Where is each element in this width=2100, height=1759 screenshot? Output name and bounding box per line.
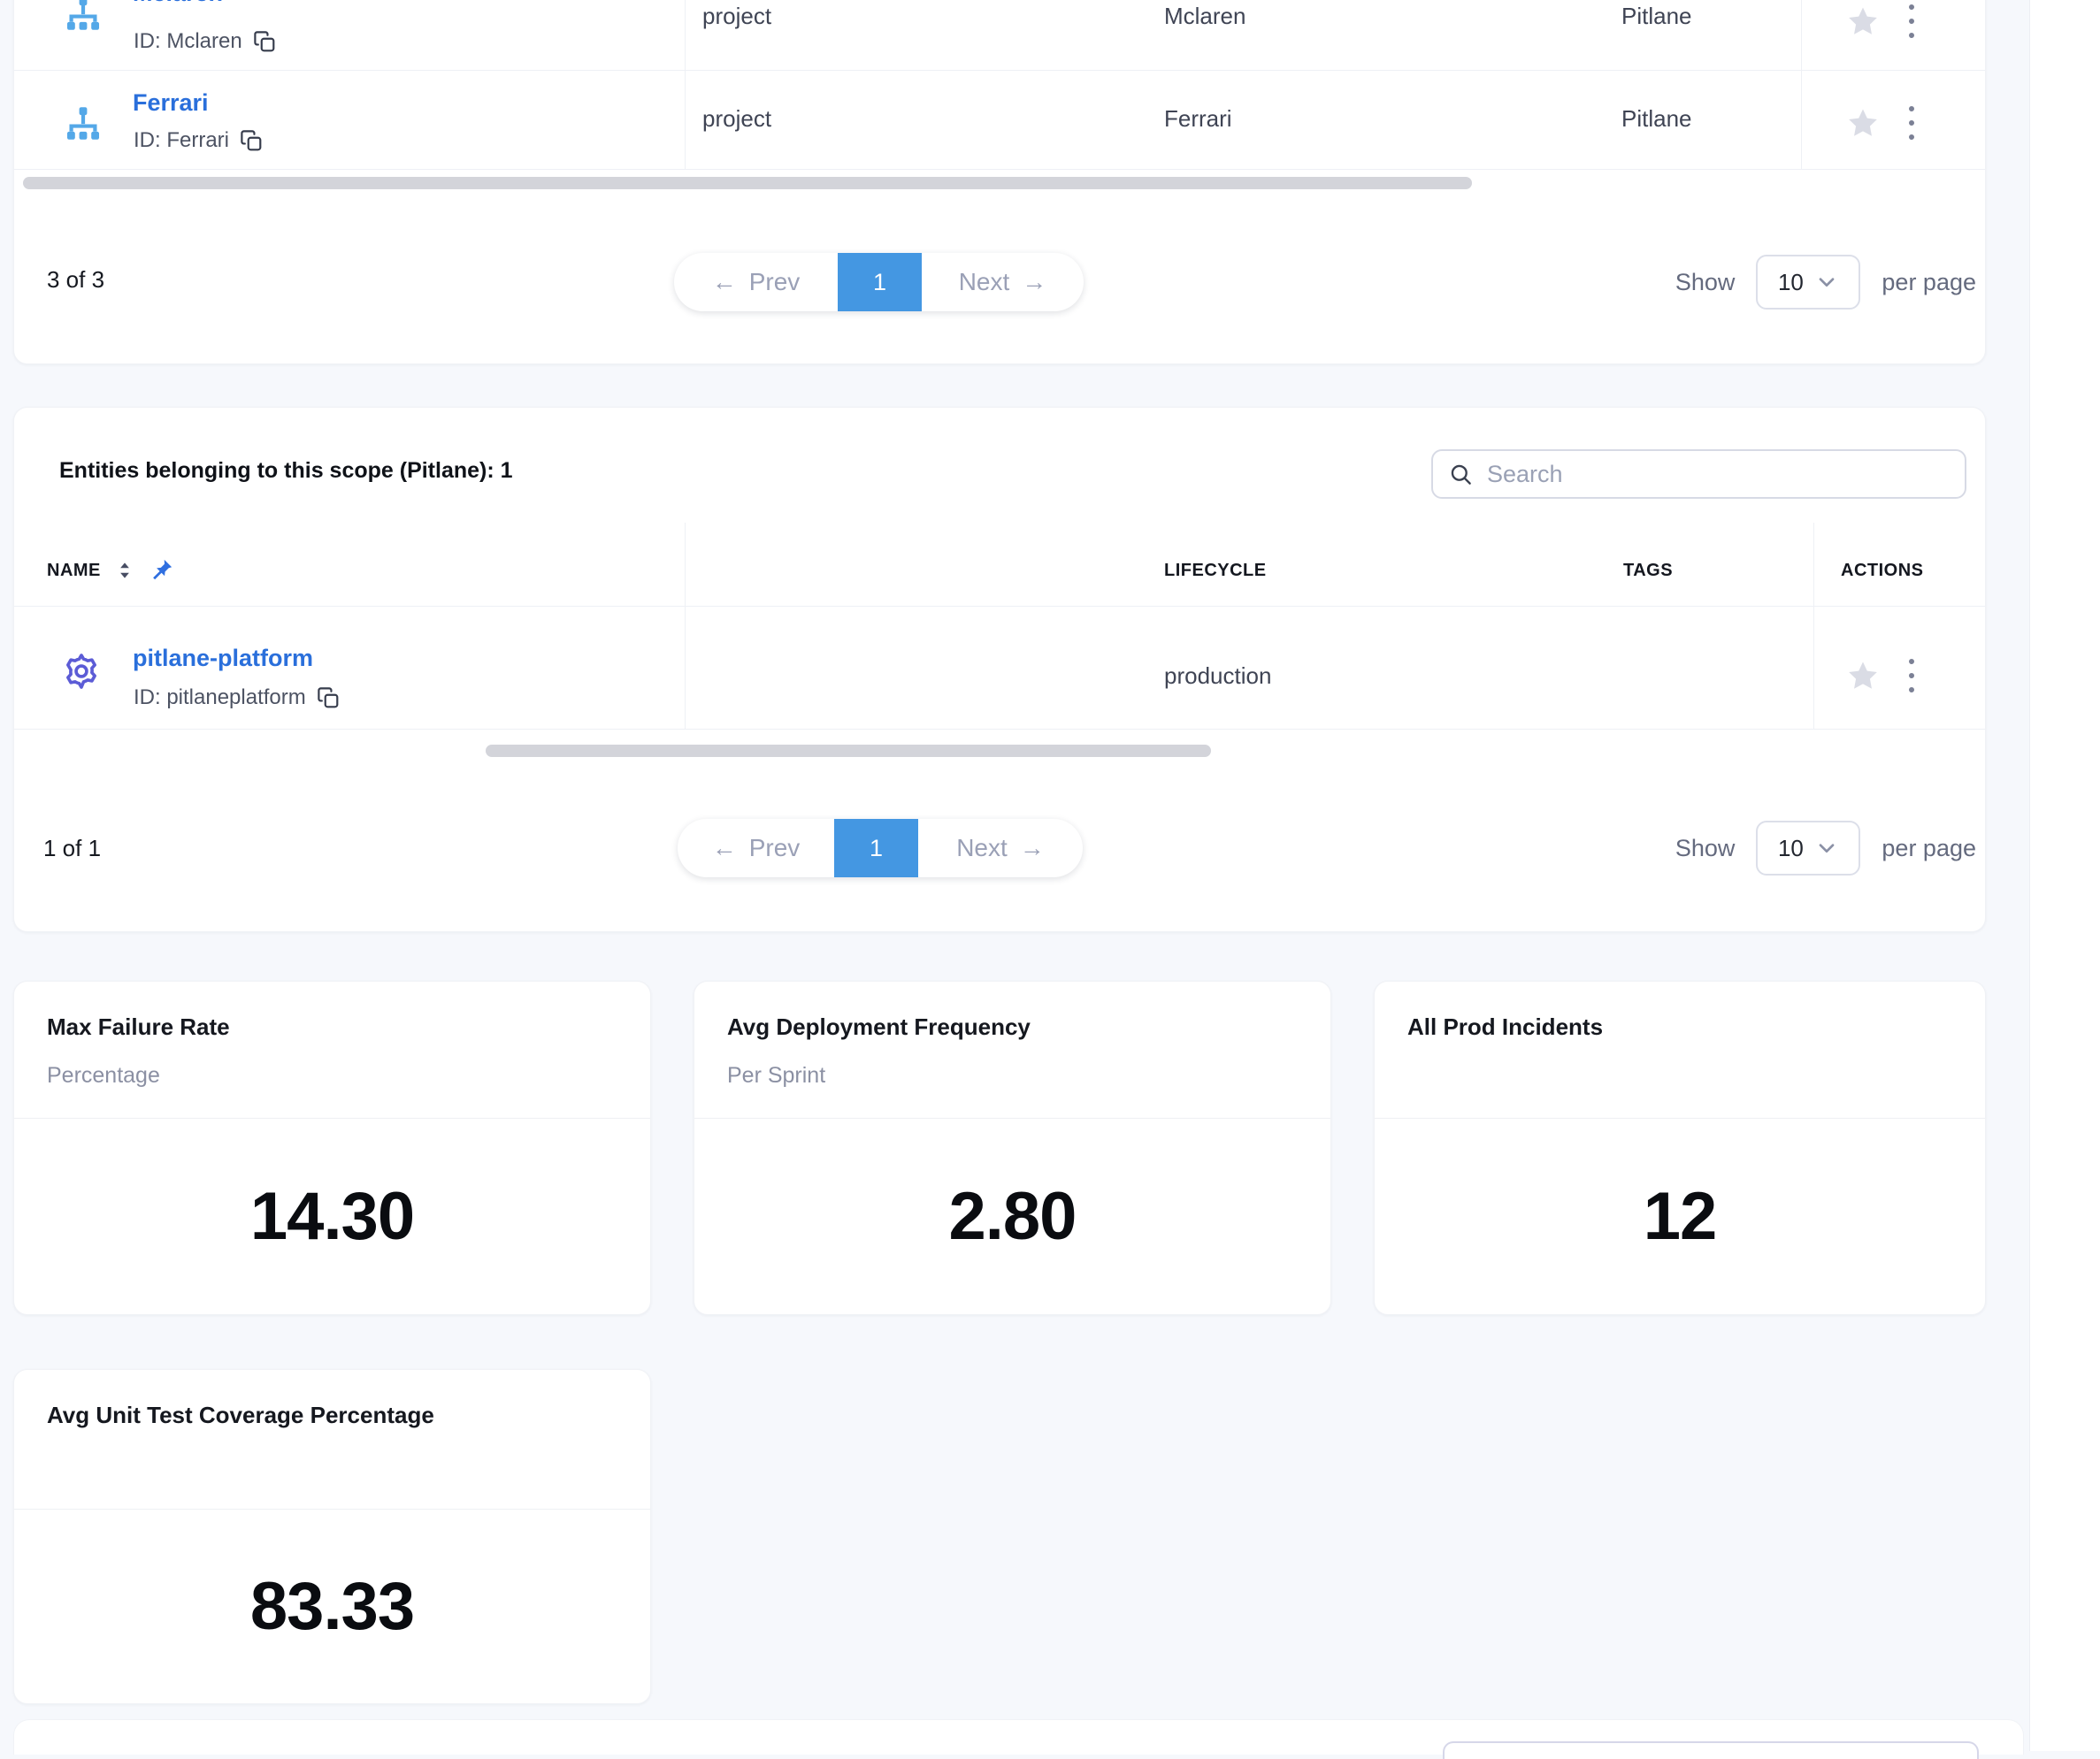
cell-owner: Mclaren — [1164, 3, 1245, 30]
metric-value: 14.30 — [14, 1118, 650, 1314]
result-count: 1 of 1 — [43, 835, 101, 862]
entity-link[interactable]: Mclaren — [133, 0, 223, 7]
cell-scope: Pitlane — [1621, 3, 1692, 30]
chevron-down-icon — [1814, 836, 1839, 860]
column-divider — [1813, 523, 1814, 729]
prev-arrow-icon: ← — [712, 268, 737, 296]
chevron-down-icon — [1814, 270, 1839, 294]
row-divider — [14, 729, 1985, 730]
result-count: 3 of 3 — [47, 266, 104, 294]
entity-id: ID: Mclaren — [134, 29, 276, 54]
bottom-search-input-partial[interactable] — [1443, 1741, 1979, 1759]
pin-icon[interactable] — [149, 558, 173, 583]
search-input[interactable] — [1487, 461, 1949, 488]
search-field — [1431, 449, 1966, 499]
page-size-value: 10 — [1778, 269, 1804, 296]
page-size-value: 10 — [1778, 835, 1804, 862]
metric-value: 2.80 — [694, 1118, 1330, 1314]
page-size-select[interactable]: 10 — [1756, 255, 1860, 310]
sort-icon[interactable] — [113, 559, 136, 582]
cell-type: project — [702, 3, 771, 30]
favorite-star-icon[interactable] — [1846, 659, 1880, 692]
metric-card-avg-deployment-frequency: Avg Deployment Frequency Per Sprint 2.80 — [694, 981, 1331, 1315]
scope-entities-card: Entities belonging to this scope (Pitlan… — [13, 407, 1986, 932]
next-label: Next — [959, 268, 1010, 296]
horizontal-scrollbar[interactable] — [23, 177, 1472, 189]
next-page-button[interactable]: Next → — [918, 819, 1083, 877]
column-divider — [685, 0, 686, 169]
column-header-lifecycle[interactable]: LIFECYCLE — [1164, 561, 1267, 581]
entity-link[interactable]: pitlane-platform — [133, 645, 313, 672]
next-arrow-icon: → — [1020, 834, 1045, 862]
per-page-label: per page — [1882, 835, 1976, 862]
header-divider — [14, 606, 1985, 607]
cell-type: project — [702, 105, 771, 133]
cell-lifecycle: production — [1164, 662, 1271, 690]
search-icon — [1449, 463, 1473, 486]
next-label: Next — [956, 834, 1008, 862]
copy-icon[interactable] — [240, 129, 263, 152]
column-header-tags[interactable]: TAGS — [1623, 561, 1673, 581]
prev-page-button[interactable]: ← Prev — [678, 819, 834, 877]
row-menu-icon[interactable] — [1898, 658, 1925, 693]
cell-owner: Ferrari — [1164, 105, 1232, 133]
show-label: Show — [1675, 835, 1736, 862]
show-label: Show — [1675, 269, 1736, 296]
copy-icon[interactable] — [253, 30, 276, 53]
next-page-button[interactable]: Next → — [922, 253, 1084, 311]
org-chart-icon — [63, 105, 103, 146]
favorite-star-icon[interactable] — [1846, 106, 1880, 140]
entity-id-text: ID: Mclaren — [134, 29, 242, 54]
pagination: ← Prev 1 Next → — [678, 819, 1083, 877]
row-menu-icon[interactable] — [1898, 105, 1925, 141]
column-divider — [685, 523, 686, 729]
entities-table-card: Mclaren ID: Mclaren project Mclaren Pitl… — [13, 0, 1986, 364]
entity-id: ID: Ferrari — [134, 128, 263, 153]
org-chart-icon — [63, 0, 103, 36]
page-scrollbar-gutter[interactable] — [2029, 0, 2100, 1751]
prev-label: Prev — [749, 834, 801, 862]
metric-value: 12 — [1375, 1118, 1985, 1314]
metric-card-all-prod-incidents: All Prod Incidents 12 — [1374, 981, 1986, 1315]
metric-card-max-failure-rate: Max Failure Rate Percentage 14.30 — [13, 981, 651, 1315]
page-number-button[interactable]: 1 — [834, 819, 918, 877]
entity-id-text: ID: pitlaneplatform — [134, 685, 306, 710]
prev-page-button[interactable]: ← Prev — [674, 253, 838, 311]
bottom-card-partial — [13, 1719, 2024, 1755]
page-number-button[interactable]: 1 — [838, 253, 922, 311]
horizontal-scrollbar[interactable] — [486, 745, 1211, 757]
column-divider — [1801, 0, 1802, 169]
metric-title: Avg Unit Test Coverage Percentage — [47, 1402, 434, 1429]
metric-card-unit-test-coverage: Avg Unit Test Coverage Percentage 83.33 — [13, 1369, 651, 1704]
section-title: Entities belonging to this scope (Pitlan… — [59, 458, 513, 484]
metric-title: Max Failure Rate — [47, 1013, 230, 1041]
metric-subtitle: Per Sprint — [727, 1063, 825, 1089]
entity-id-text: ID: Ferrari — [134, 128, 229, 153]
pagination: ← Prev 1 Next → — [674, 253, 1084, 311]
per-page-label: per page — [1882, 269, 1976, 296]
column-header-name[interactable]: NAME — [47, 561, 101, 581]
prev-label: Prev — [749, 268, 801, 296]
metric-title: Avg Deployment Frequency — [727, 1013, 1031, 1041]
entity-id: ID: pitlaneplatform — [134, 685, 340, 710]
metric-value: 83.33 — [14, 1509, 650, 1703]
prev-arrow-icon: ← — [712, 834, 737, 862]
favorite-star-icon[interactable] — [1846, 4, 1880, 38]
column-header-actions: ACTIONS — [1841, 561, 1924, 581]
copy-icon[interactable] — [317, 686, 340, 709]
metric-subtitle: Percentage — [47, 1063, 160, 1089]
entity-link[interactable]: Ferrari — [133, 89, 209, 117]
next-arrow-icon: → — [1022, 268, 1046, 296]
gear-icon — [61, 651, 102, 692]
row-divider — [14, 70, 1985, 71]
metric-title: All Prod Incidents — [1407, 1013, 1603, 1041]
row-divider — [14, 169, 1985, 170]
row-menu-icon[interactable] — [1898, 4, 1925, 39]
cell-scope: Pitlane — [1621, 105, 1692, 133]
page-size-select[interactable]: 10 — [1756, 821, 1860, 876]
